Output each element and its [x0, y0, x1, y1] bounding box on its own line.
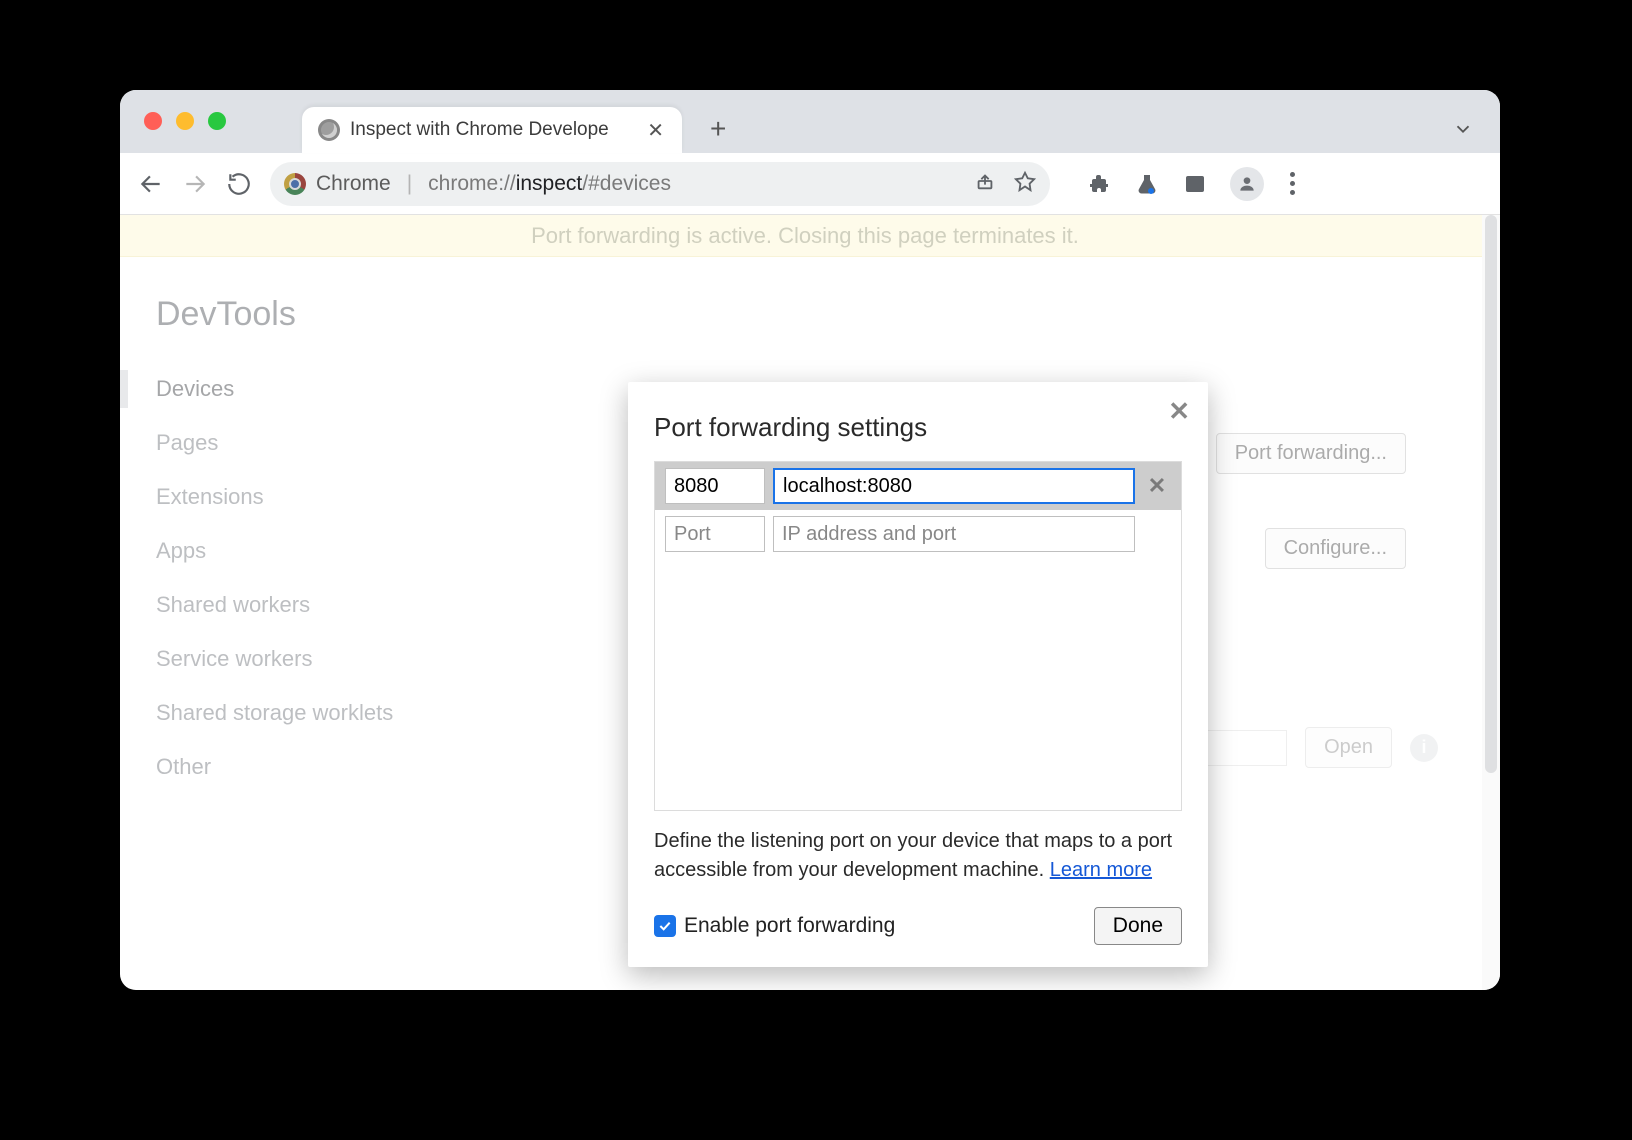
globe-icon: [318, 119, 340, 141]
tab-title: Inspect with Chrome Develope: [350, 119, 633, 141]
chrome-menu-button[interactable]: [1286, 168, 1299, 199]
port-forwarding-modal: ✕ Port forwarding settings ✕ ✕ Define th…: [628, 382, 1208, 967]
fullscreen-window-button[interactable]: [208, 112, 226, 130]
new-rule-row: ✕: [655, 510, 1181, 558]
omnibox-url: chrome://inspect/#devices: [428, 172, 671, 196]
reload-button[interactable]: [226, 171, 252, 197]
extensions-icon[interactable]: [1086, 171, 1112, 197]
profile-avatar[interactable]: [1230, 167, 1264, 201]
chrome-icon: [284, 173, 306, 195]
tab-bar: Inspect with Chrome Develope ✕ +: [120, 90, 1500, 153]
back-button[interactable]: [138, 171, 164, 197]
enable-label: Enable port forwarding: [684, 914, 895, 938]
forward-button[interactable]: [182, 171, 208, 197]
tab-close-button[interactable]: ✕: [643, 118, 668, 143]
bookmark-star-icon[interactable]: [1014, 170, 1036, 198]
new-tab-button[interactable]: +: [702, 113, 734, 153]
new-address-input[interactable]: [773, 516, 1135, 552]
modal-close-button[interactable]: ✕: [1168, 396, 1190, 427]
learn-more-link[interactable]: Learn more: [1050, 859, 1152, 881]
tab-list-dropdown[interactable]: [1452, 118, 1474, 153]
rule-row: ✕: [655, 462, 1181, 510]
extension-icons: [1086, 167, 1299, 201]
close-window-button[interactable]: [144, 112, 162, 130]
modal-title: Port forwarding settings: [654, 412, 1182, 443]
delete-rule-button[interactable]: ✕: [1143, 472, 1171, 500]
share-icon[interactable]: [974, 170, 996, 198]
done-button[interactable]: Done: [1094, 907, 1182, 945]
checkbox-icon: [654, 915, 676, 937]
modal-help-text: Define the listening port on your device…: [654, 827, 1182, 885]
new-port-input[interactable]: [665, 516, 765, 552]
port-input[interactable]: [665, 468, 765, 504]
minimize-window-button[interactable]: [176, 112, 194, 130]
address-bar[interactable]: Chrome | chrome://inspect/#devices: [270, 162, 1050, 206]
omnibox-separator: |: [401, 172, 418, 196]
browser-tab[interactable]: Inspect with Chrome Develope ✕: [302, 107, 682, 153]
browser-window: Inspect with Chrome Develope ✕ + Chrome …: [120, 90, 1500, 990]
window-controls: [144, 112, 226, 130]
side-panel-icon[interactable]: [1182, 171, 1208, 197]
omnibox-origin: Chrome: [316, 172, 391, 196]
enable-port-forwarding-checkbox[interactable]: Enable port forwarding: [654, 914, 895, 938]
address-input[interactable]: [773, 468, 1135, 504]
port-rules-table: ✕ ✕: [654, 461, 1182, 811]
labs-icon[interactable]: [1134, 171, 1160, 197]
toolbar: Chrome | chrome://inspect/#devices: [120, 153, 1500, 215]
